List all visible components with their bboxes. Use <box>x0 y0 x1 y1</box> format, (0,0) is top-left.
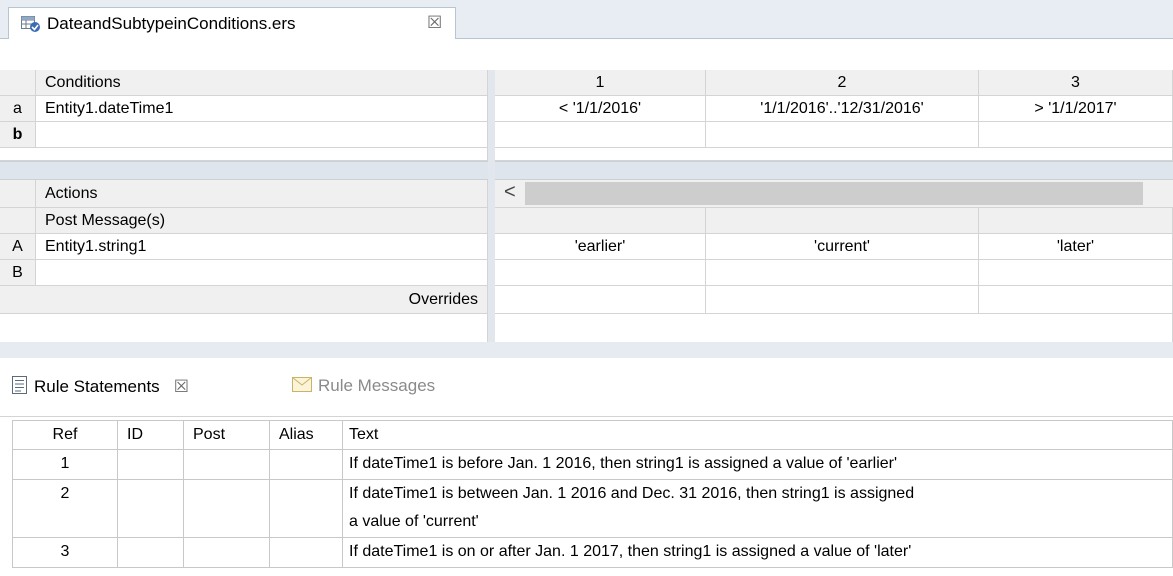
rule-id[interactable] <box>118 538 184 568</box>
rule-ref[interactable]: 3 <box>12 538 118 568</box>
override-cell[interactable] <box>979 286 1173 314</box>
rule-column-header[interactable]: 1 <box>495 70 706 96</box>
post-messages-header: Post Message(s) <box>36 208 488 234</box>
editor-tab-bar: DateandSubtypeinConditions.ers ☒ <box>0 0 1173 39</box>
document-icon <box>12 376 28 399</box>
conditions-header: Conditions <box>36 70 488 96</box>
override-cell[interactable] <box>495 286 706 314</box>
condition-row-key: a <box>0 96 36 122</box>
horizontal-scrollbar[interactable]: < <box>495 180 1173 208</box>
action-expression[interactable] <box>36 260 488 286</box>
rule-alias[interactable] <box>270 538 343 568</box>
action-expression[interactable]: Entity1.string1 <box>36 234 488 260</box>
tab-label: Rule Messages <box>318 376 436 395</box>
rule-post[interactable] <box>184 538 270 568</box>
actions-filler <box>495 314 1173 342</box>
condition-expression[interactable]: Entity1.dateTime1 <box>36 96 488 122</box>
editor-tab-title: DateandSubtypeinConditions.ers <box>47 14 296 33</box>
rule-id[interactable] <box>118 480 184 538</box>
view-separator <box>0 342 1173 358</box>
rule-ref[interactable]: 2 <box>12 480 118 538</box>
close-icon[interactable]: ☒ <box>174 377 189 396</box>
condition-cell[interactable] <box>706 122 979 148</box>
envelope-icon <box>292 376 312 397</box>
action-cell[interactable] <box>706 260 979 286</box>
column-header-text[interactable]: Text <box>343 420 1173 450</box>
condition-cell[interactable]: < '1/1/2016' <box>495 96 706 122</box>
column-header-alias[interactable]: Alias <box>270 420 343 450</box>
action-cell[interactable]: 'earlier' <box>495 234 706 260</box>
condition-row-key: b <box>0 122 36 148</box>
rule-column-header[interactable]: 2 <box>706 70 979 96</box>
conditions-corner <box>0 70 36 96</box>
rule-post[interactable] <box>184 450 270 480</box>
tab-rule-messages[interactable]: Rule Messages <box>292 376 435 397</box>
editor-tab[interactable]: DateandSubtypeinConditions.ers ☒ <box>8 7 456 39</box>
section-splitter[interactable] <box>0 161 1173 180</box>
action-cell[interactable]: 'later' <box>979 234 1173 260</box>
rule-post[interactable] <box>184 480 270 538</box>
rule-text[interactable]: If dateTime1 is between Jan. 1 2016 and … <box>343 480 1173 538</box>
tab-label: Rule Statements <box>34 376 160 396</box>
actions-corner <box>0 180 36 208</box>
conditions-filler <box>0 148 488 161</box>
condition-cell[interactable]: > '1/1/2017' <box>979 96 1173 122</box>
conditions-filler <box>495 148 1173 161</box>
rule-text[interactable]: If dateTime1 is before Jan. 1 2016, then… <box>343 450 1173 480</box>
rule-text-line: a value of 'current' <box>349 513 479 530</box>
action-row-key: B <box>0 260 36 286</box>
rule-alias[interactable] <box>270 480 343 538</box>
rule-column-header[interactable]: 3 <box>979 70 1173 96</box>
post-cell[interactable] <box>495 208 706 234</box>
condition-cell[interactable]: '1/1/2016'..'12/31/2016' <box>706 96 979 122</box>
column-header-ref[interactable]: Ref <box>12 420 118 450</box>
column-header-id[interactable]: ID <box>118 420 184 450</box>
rule-text[interactable]: If dateTime1 is on or after Jan. 1 2017,… <box>343 538 1173 568</box>
actions-header: Actions <box>36 180 488 208</box>
rule-alias[interactable] <box>270 450 343 480</box>
condition-expression[interactable] <box>36 122 488 148</box>
tab-rule-statements[interactable]: Rule Statements ☒ <box>12 376 189 399</box>
close-icon[interactable]: ☒ <box>427 13 442 33</box>
action-cell[interactable]: 'current' <box>706 234 979 260</box>
action-cell[interactable] <box>495 260 706 286</box>
override-cell[interactable] <box>706 286 979 314</box>
condition-cell[interactable] <box>495 122 706 148</box>
scroll-left-icon[interactable]: < <box>504 181 516 204</box>
actions-filler <box>0 314 488 342</box>
column-splitter[interactable] <box>488 70 495 342</box>
condition-cell[interactable] <box>979 122 1173 148</box>
view-tab-bar: Rule Statements ☒ Rule Messages <box>0 358 1173 417</box>
rule-ref[interactable]: 1 <box>12 450 118 480</box>
overrides-label: Overrides <box>0 286 488 314</box>
scrollbar-thumb[interactable] <box>525 182 1143 205</box>
column-header-post[interactable]: Post <box>184 420 270 450</box>
rule-text-line: If dateTime1 is between Jan. 1 2016 and … <box>349 485 915 502</box>
action-cell[interactable] <box>979 260 1173 286</box>
post-corner <box>0 208 36 234</box>
post-cell[interactable] <box>706 208 979 234</box>
action-row-key: A <box>0 234 36 260</box>
post-cell[interactable] <box>979 208 1173 234</box>
rule-id[interactable] <box>118 450 184 480</box>
ruleset-icon <box>21 15 41 33</box>
